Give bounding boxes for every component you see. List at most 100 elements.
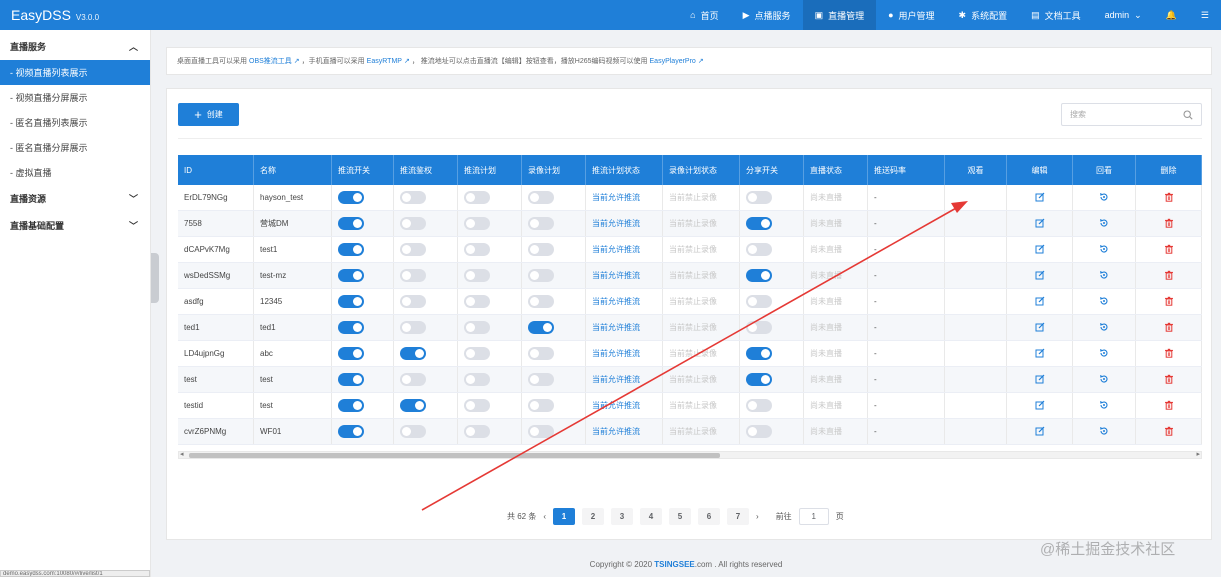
replay-icon[interactable] (1099, 192, 1109, 204)
goto-page-input[interactable]: 1 (798, 507, 829, 525)
column-header[interactable]: 录像计划 (522, 155, 586, 185)
delete-icon[interactable] (1164, 322, 1174, 334)
auth-toggle[interactable] (400, 269, 426, 282)
delete-icon[interactable] (1164, 270, 1174, 282)
page-button[interactable]: 1 (553, 507, 576, 525)
share-toggle[interactable] (746, 217, 772, 230)
delete-icon[interactable] (1164, 244, 1174, 256)
replay-icon[interactable] (1099, 270, 1109, 282)
edit-icon[interactable] (1035, 218, 1045, 230)
sidebar-group[interactable]: 直播资源 ﹀ (0, 185, 150, 212)
page-button[interactable]: 4 (640, 507, 663, 525)
share-toggle[interactable] (746, 295, 772, 308)
column-header[interactable]: 编辑 (1007, 155, 1073, 185)
push-toggle[interactable] (338, 217, 364, 230)
push-toggle[interactable] (338, 425, 364, 438)
plan-toggle[interactable] (464, 243, 490, 256)
push-plan-status[interactable]: 当前允许推流 (592, 426, 640, 437)
rec-toggle[interactable] (528, 373, 554, 386)
edit-icon[interactable] (1035, 192, 1045, 204)
column-header[interactable]: 推流计划状态 (586, 155, 663, 185)
edit-icon[interactable] (1035, 426, 1045, 438)
scrollbar-thumb[interactable] (189, 453, 720, 458)
topnav-item-3[interactable]: ● 用户管理 (876, 0, 946, 30)
column-header[interactable]: 分享开关 (740, 155, 804, 185)
rec-toggle[interactable] (528, 191, 554, 204)
edit-icon[interactable] (1035, 244, 1045, 256)
auth-toggle[interactable] (400, 243, 426, 256)
sidebar-item[interactable]: - 匿名直播列表展示 (0, 110, 150, 135)
replay-icon[interactable] (1099, 244, 1109, 256)
replay-icon[interactable] (1099, 296, 1109, 308)
push-plan-status[interactable]: 当前允许推流 (592, 296, 640, 307)
column-header[interactable]: ID (178, 155, 254, 185)
topnav-item-5[interactable]: ▤ 文档工具 (1019, 0, 1093, 30)
column-header[interactable]: 推送码率 (868, 155, 945, 185)
plan-toggle[interactable] (464, 269, 490, 282)
push-toggle[interactable] (338, 295, 364, 308)
share-toggle[interactable] (746, 373, 772, 386)
plan-toggle[interactable] (464, 425, 490, 438)
rec-toggle[interactable] (528, 399, 554, 412)
plan-toggle[interactable] (464, 217, 490, 230)
create-button[interactable]: + 创建 (178, 103, 239, 126)
column-header[interactable]: 推流开关 (332, 155, 394, 185)
push-toggle[interactable] (338, 269, 364, 282)
delete-icon[interactable] (1164, 192, 1174, 204)
easyrtmp-link[interactable]: EasyRTMP (367, 58, 402, 65)
replay-icon[interactable] (1099, 374, 1109, 386)
bell-icon[interactable]: 🔔 (1154, 0, 1189, 30)
push-plan-status[interactable]: 当前允许推流 (592, 322, 640, 333)
edit-icon[interactable] (1035, 374, 1045, 386)
push-toggle[interactable] (338, 243, 364, 256)
edit-icon[interactable] (1035, 322, 1045, 334)
rec-toggle[interactable] (528, 347, 554, 360)
scroll-right-icon[interactable]: ▸ (1196, 450, 1200, 458)
replay-icon[interactable] (1099, 322, 1109, 334)
auth-toggle[interactable] (400, 399, 426, 412)
edit-icon[interactable] (1035, 400, 1045, 412)
page-button[interactable]: 3 (611, 507, 634, 525)
topnav-item-6[interactable]: admin ⌄ (1093, 0, 1154, 30)
delete-icon[interactable] (1164, 426, 1174, 438)
replay-icon[interactable] (1099, 400, 1109, 412)
sidebar-collapse-handle[interactable] (151, 253, 159, 303)
sidebar-item[interactable]: - 视频直播分屏展示 (0, 85, 150, 110)
auth-toggle[interactable] (400, 191, 426, 204)
rec-toggle[interactable] (528, 425, 554, 438)
topnav-item-0[interactable]: ⌂ 首页 (678, 0, 730, 30)
plan-toggle[interactable] (464, 373, 490, 386)
delete-icon[interactable] (1164, 348, 1174, 360)
topnav-item-1[interactable]: ▶ 点播服务 (731, 0, 803, 30)
share-toggle[interactable] (746, 399, 772, 412)
push-toggle[interactable] (338, 321, 364, 334)
plan-toggle[interactable] (464, 191, 490, 204)
edit-icon[interactable] (1035, 348, 1045, 360)
push-plan-status[interactable]: 当前允许推流 (592, 400, 640, 411)
page-button[interactable]: 7 (727, 507, 750, 525)
column-header[interactable]: 直播状态 (804, 155, 868, 185)
menu-icon[interactable]: ☰ (1189, 0, 1221, 30)
column-header[interactable]: 名称 (254, 155, 332, 185)
delete-icon[interactable] (1164, 296, 1174, 308)
topnav-item-4[interactable]: ✱ 系统配置 (947, 0, 1020, 30)
share-toggle[interactable] (746, 321, 772, 334)
auth-toggle[interactable] (400, 347, 426, 360)
sidebar-item[interactable]: - 视频直播列表展示 (0, 60, 150, 85)
plan-toggle[interactable] (464, 295, 490, 308)
push-toggle[interactable] (338, 191, 364, 204)
push-plan-status[interactable]: 当前允许推流 (592, 192, 640, 203)
share-toggle[interactable] (746, 347, 772, 360)
share-toggle[interactable] (746, 269, 772, 282)
page-button[interactable]: 5 (669, 507, 692, 525)
footer-brand[interactable]: TSINGSEE (654, 560, 694, 569)
column-header[interactable]: 观看 (945, 155, 1007, 185)
share-toggle[interactable] (746, 425, 772, 438)
sidebar-item[interactable]: - 虚拟直播 (0, 160, 150, 185)
auth-toggle[interactable] (400, 217, 426, 230)
plan-toggle[interactable] (464, 347, 490, 360)
replay-icon[interactable] (1099, 348, 1109, 360)
edit-icon[interactable] (1035, 270, 1045, 282)
column-header[interactable]: 录像计划状态 (663, 155, 740, 185)
share-toggle[interactable] (746, 191, 772, 204)
